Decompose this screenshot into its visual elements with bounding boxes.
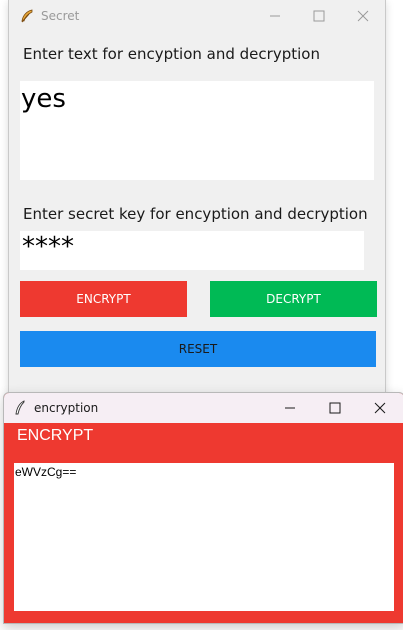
reset-button[interactable]: RESET: [20, 331, 376, 367]
message-textarea[interactable]: yes: [20, 81, 374, 180]
maximize-icon[interactable]: [325, 398, 345, 418]
popup-title-bar[interactable]: encryption: [4, 393, 403, 423]
feather-icon: [15, 400, 25, 415]
popup-heading: ENCRYPT: [17, 427, 94, 444]
close-icon[interactable]: [370, 398, 390, 418]
text-label: Enter text for encyption and decryption: [23, 45, 320, 63]
close-icon[interactable]: [353, 6, 373, 26]
feather-icon: [21, 9, 33, 23]
title-bar[interactable]: Secret: [9, 0, 385, 32]
maximize-icon[interactable]: [309, 6, 329, 26]
encrypt-button[interactable]: ENCRYPT: [20, 281, 187, 317]
secret-key-input[interactable]: ****: [20, 231, 364, 270]
window-title: Secret: [41, 9, 80, 23]
popup-title: encryption: [34, 401, 99, 415]
minimize-icon[interactable]: [265, 6, 285, 26]
main-window: Secret Enter text for encyption and decr…: [8, 0, 386, 401]
key-label: Enter secret key for encyption and decry…: [23, 205, 368, 223]
encryption-window: encryption ENCRYPT eWVzCg==: [3, 392, 403, 624]
minimize-icon[interactable]: [280, 398, 300, 418]
decrypt-button[interactable]: DECRYPT: [210, 281, 377, 317]
encrypted-output-textarea[interactable]: eWVzCg==: [14, 463, 394, 611]
